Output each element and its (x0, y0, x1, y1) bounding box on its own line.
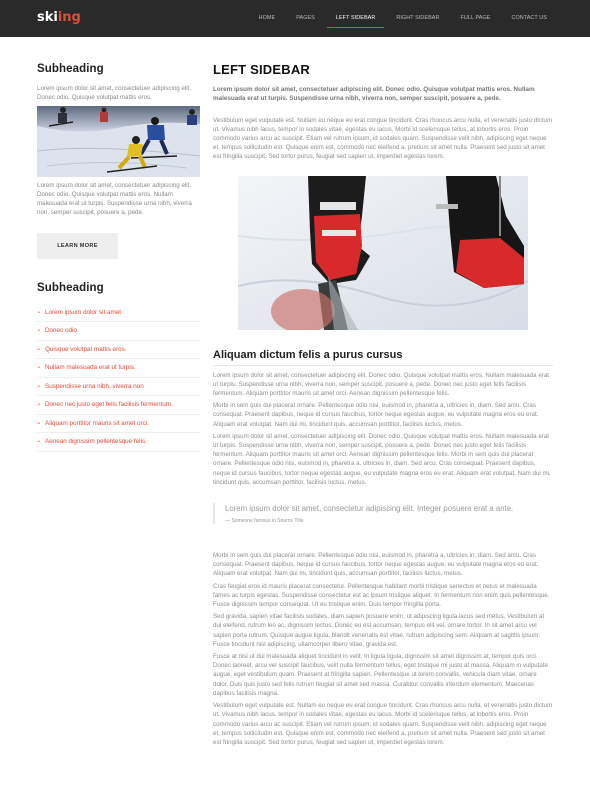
sidebar-link[interactable]: • Nullam malesuada erat ut turpis. (37, 359, 200, 378)
quote-citation: — Someone famous in Source Title (225, 518, 304, 525)
bullet-icon: • (38, 402, 40, 409)
body-paragraph: Morbi in sem quis dui placerat ornare. P… (213, 402, 539, 428)
sidebar-link[interactable]: • Aliquam porttitor mauris sit amet orci. (37, 415, 200, 434)
body-paragraph: Lorem ipsum dolor sit amet, consectetuer… (213, 432, 551, 486)
bullet-icon: • (38, 309, 40, 316)
sidebar-link[interactable]: • Aenean dignissim pellentesque felis. (37, 433, 200, 452)
nav-left-sidebar[interactable]: LEFT SIDEBAR (326, 0, 385, 37)
sidebar-body-text: Lorem ipsum dolor sit amet, consectetuer… (37, 181, 192, 217)
site-header: skiing HOME PAGES LEFT SIDEBAR RIGHT SID… (0, 0, 590, 37)
sidebar-link-list: • Lorem ipsum dolor sit amet • Donec odio.… (37, 304, 200, 452)
sidebar-heading-1: Subheading (37, 63, 104, 75)
sidebar-link[interactable]: • Suspendisse urna nibh, viverra non (37, 378, 200, 397)
bullet-icon: • (38, 439, 40, 446)
logo-text-main: ski (37, 10, 58, 25)
sidebar-link[interactable]: • Donec nec justo eget felis facilisis fe… (37, 396, 200, 415)
body-paragraph: Lorem ipsum dolor sit amet, consectetuer… (213, 371, 550, 398)
section-title: Aliquam dictum felis a purus cursus (213, 349, 553, 366)
body-paragraph: Vestibulum eget vulputate est. Nullam eu… (213, 116, 553, 161)
bullet-icon: • (38, 346, 40, 353)
bullet-icon: • (38, 383, 40, 390)
nav-home[interactable]: HOME (259, 0, 276, 37)
sidebar-link[interactable]: • Donec odio. (37, 322, 200, 341)
body-paragraph: Cras feugiat eros id mauris placerat con… (213, 582, 550, 609)
main-nav: HOME PAGES LEFT SIDEBAR RIGHT SIDEBAR FU… (238, 0, 547, 37)
sidebar-intro-text: Lorem ipsum dolor sit amet, consectetuer… (37, 85, 192, 102)
sidebar: Subheading Lorem ipsum dolor sit amet, c… (37, 37, 200, 452)
bullet-icon: • (38, 420, 40, 427)
bullet-icon: • (38, 328, 40, 335)
body-paragraph: Fusce at nisi ut dui malesuada aliquet t… (213, 653, 548, 697)
nav-pages[interactable]: PAGES (296, 0, 315, 37)
bullet-icon: • (38, 365, 40, 372)
body-paragraph: Sed gravida, sapien vitae facilisis soda… (213, 613, 545, 648)
page-title: LEFT SIDEBAR (213, 62, 311, 77)
body-paragraph: Vestibulum eget vulputate est. Nullam eu… (213, 702, 553, 746)
sidebar-link[interactable]: • Lorem ipsum dolor sit amet (37, 304, 200, 323)
quote-text: Lorem ipsum dolor sit amet, consectetur … (225, 504, 514, 514)
blockquote: Lorem ipsum dolor sit amet, consectetur … (213, 503, 553, 525)
lead-paragraph: Lorem ipsum dolor sit amet, consectetuer… (213, 86, 535, 103)
skiers-photo (37, 105, 200, 177)
body-paragraph: Morbi in sem quis dui placerat ornare. P… (213, 552, 539, 578)
nav-full-page[interactable]: FULL PAGE (460, 0, 490, 37)
site-logo[interactable]: skiing (37, 10, 81, 25)
nav-contact-us[interactable]: CONTACT US (511, 0, 547, 37)
ski-boots-photo (238, 175, 528, 330)
sidebar-heading-2: Subheading (37, 281, 104, 294)
main-content: LEFT SIDEBAR Lorem ipsum dolor sit amet,… (213, 37, 553, 747)
nav-right-sidebar[interactable]: RIGHT SIDEBAR (396, 0, 439, 37)
sidebar-link[interactable]: • Quisque volutpat mattis eros. (37, 341, 200, 360)
logo-text-accent: ing (57, 10, 81, 25)
learn-more-button[interactable]: LEARN MORE (37, 232, 118, 259)
